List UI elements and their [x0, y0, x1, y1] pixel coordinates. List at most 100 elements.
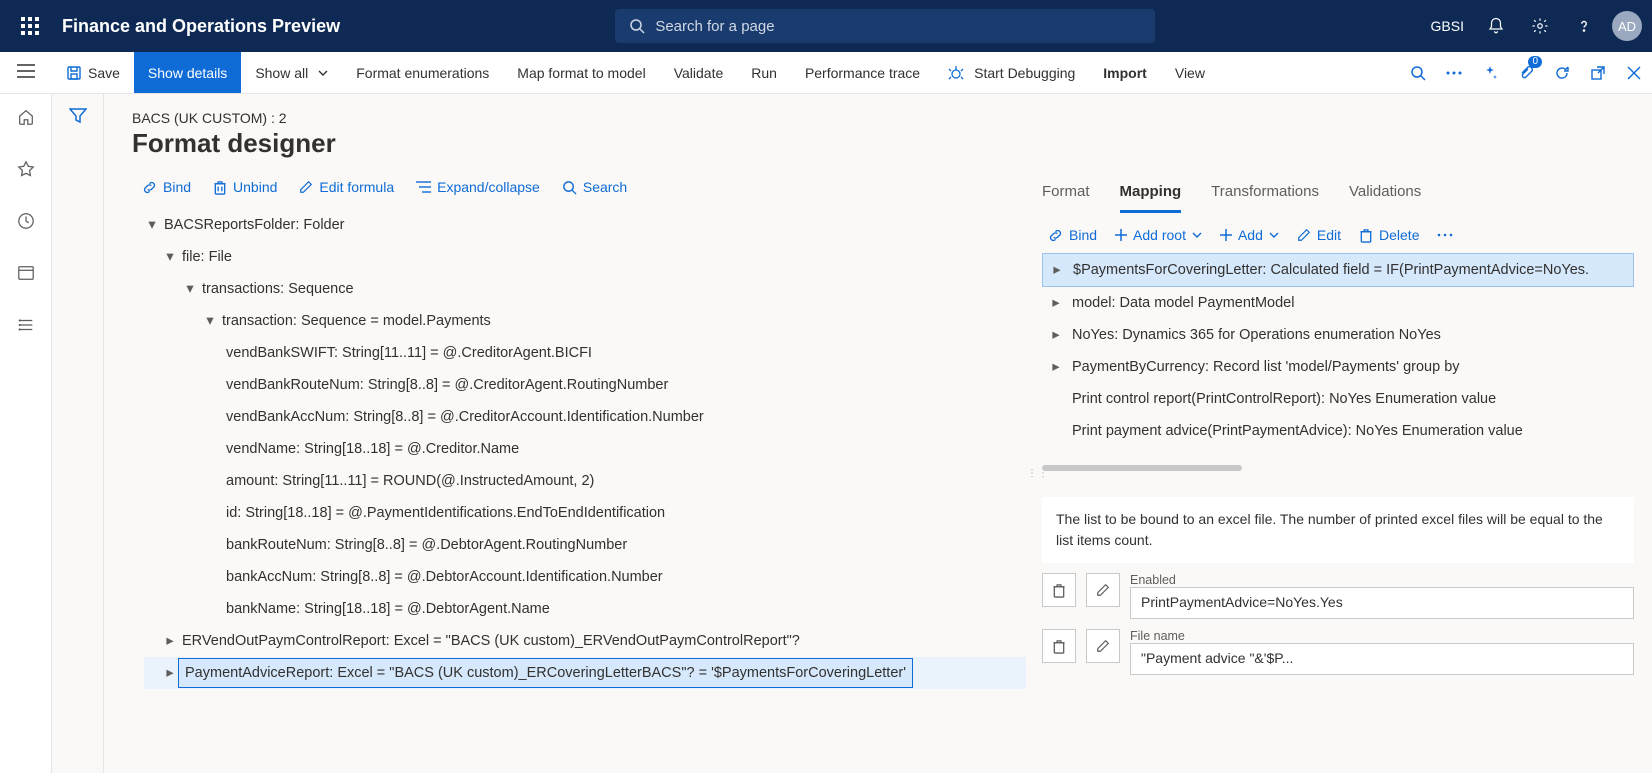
help-icon[interactable]: [1564, 6, 1604, 46]
show-all-button[interactable]: Show all: [241, 52, 342, 93]
add-root-button[interactable]: Add root: [1115, 227, 1202, 243]
edit-formula-button[interactable]: Edit formula: [299, 179, 394, 195]
home-icon[interactable]: [6, 102, 46, 132]
caret-down-icon[interactable]: ▾: [144, 209, 160, 241]
mapping-delete-button[interactable]: Delete: [1359, 227, 1419, 243]
show-details-button[interactable]: Show details: [134, 52, 241, 93]
tree-search-button[interactable]: Search: [562, 179, 627, 195]
notifications-icon[interactable]: [1476, 6, 1516, 46]
caret-right-icon[interactable]: ▸: [1048, 351, 1064, 383]
prop-delete-button[interactable]: [1042, 629, 1076, 663]
datasource-node[interactable]: ▸ NoYes: Dynamics 365 for Operations enu…: [1042, 319, 1634, 351]
unbind-button[interactable]: Unbind: [213, 179, 277, 195]
enabled-field[interactable]: PrintPaymentAdvice=NoYes.Yes: [1130, 587, 1634, 619]
datasource-node[interactable]: ▸ PaymentByCurrency: Record list 'model/…: [1042, 351, 1634, 383]
format-enumerations-button[interactable]: Format enumerations: [342, 52, 503, 93]
prop-edit-button[interactable]: [1086, 573, 1120, 607]
caret-down-icon[interactable]: ▾: [202, 305, 218, 337]
tree-node[interactable]: ▾ transaction: Sequence = model.Payments: [144, 305, 1026, 337]
close-icon[interactable]: [1616, 52, 1652, 93]
view-button[interactable]: View: [1161, 52, 1219, 93]
caret-right-icon[interactable]: ▸: [1048, 287, 1064, 319]
caret-right-icon[interactable]: ▸: [162, 625, 178, 657]
recent-icon[interactable]: [6, 206, 46, 236]
datasource-node[interactable]: ▸ model: Data model PaymentModel: [1042, 287, 1634, 319]
expand-collapse-button[interactable]: Expand/collapse: [416, 179, 540, 195]
save-button[interactable]: Save: [52, 52, 134, 93]
filter-rail: [52, 94, 104, 773]
horizontal-scrollbar[interactable]: [1042, 465, 1242, 471]
gear-icon[interactable]: [1520, 6, 1560, 46]
mapping-bind-button[interactable]: Bind: [1048, 227, 1097, 243]
tree-leaf[interactable]: bankRouteNum: String[8..8] = @.DebtorAge…: [144, 529, 1026, 561]
show-details-label: Show details: [148, 65, 227, 81]
tree-node[interactable]: ▸ ERVendOutPaymControlReport: Excel = "B…: [144, 625, 1026, 657]
search-input[interactable]: Search for a page: [615, 9, 1155, 43]
datasource-node[interactable]: Print control report(PrintControlReport)…: [1042, 383, 1634, 415]
tree-node[interactable]: ▾ file: File: [144, 241, 1026, 273]
format-action-bar: Bind Unbind Edit formula Expand/collapse: [132, 173, 1026, 209]
validate-button[interactable]: Validate: [660, 52, 738, 93]
bind-button[interactable]: Bind: [142, 179, 191, 195]
tree-node-selected[interactable]: ▸ PaymentAdviceReport: Excel = "BACS (UK…: [144, 657, 1026, 689]
toolbar-search-icon[interactable]: [1400, 52, 1436, 93]
run-button[interactable]: Run: [737, 52, 791, 93]
caret-down-icon[interactable]: ▾: [162, 241, 178, 273]
caret-right-icon[interactable]: ▸: [1049, 254, 1065, 286]
performance-trace-button[interactable]: Performance trace: [791, 52, 934, 93]
filename-field[interactable]: "Payment advice "&'$P...: [1130, 643, 1634, 675]
popout-icon[interactable]: [1580, 52, 1616, 93]
sparkle-icon[interactable]: [1472, 52, 1508, 93]
tree-leaf[interactable]: vendBankSWIFT: String[11..11] = @.Credit…: [144, 337, 1026, 369]
mapping-more-icon[interactable]: [1437, 227, 1453, 243]
filter-icon[interactable]: [69, 108, 87, 127]
page-title: Format designer: [132, 128, 1652, 159]
tree-leaf[interactable]: vendBankRouteNum: String[8..8] = @.Credi…: [144, 369, 1026, 401]
hamburger-icon[interactable]: [17, 64, 35, 81]
splitter-handle[interactable]: ⋮⋮: [1034, 173, 1042, 773]
prop-delete-button[interactable]: [1042, 573, 1076, 607]
datasource-node[interactable]: Print payment advice(PrintPaymentAdvice)…: [1042, 415, 1634, 447]
tab-validations[interactable]: Validations: [1349, 179, 1421, 213]
breadcrumb: BACS (UK CUSTOM) : 2: [132, 110, 1652, 126]
tree-node[interactable]: ▾ BACSReportsFolder: Folder: [144, 209, 1026, 241]
add-button[interactable]: Add: [1220, 227, 1279, 243]
tree-leaf[interactable]: vendName: String[18..18] = @.Creditor.Na…: [144, 433, 1026, 465]
tree-leaf[interactable]: vendBankAccNum: String[8..8] = @.Credito…: [144, 401, 1026, 433]
app-launcher-icon[interactable]: [10, 17, 50, 35]
tree-leaf[interactable]: id: String[18..18] = @.PaymentIdentifica…: [144, 497, 1026, 529]
tree-leaf[interactable]: bankAccNum: String[8..8] = @.DebtorAccou…: [144, 561, 1026, 593]
tree-node[interactable]: ▾ transactions: Sequence: [144, 273, 1026, 305]
tab-mapping[interactable]: Mapping: [1120, 179, 1182, 213]
chevron-down-icon: [1269, 232, 1279, 238]
mapping-action-bar: Bind Add root Add Edit: [1042, 213, 1634, 253]
nav-rail: [0, 94, 52, 773]
caret-down-icon[interactable]: ▾: [182, 273, 198, 305]
favorites-icon[interactable]: [6, 154, 46, 184]
more-actions-icon[interactable]: [1436, 52, 1472, 93]
caret-right-icon[interactable]: ▸: [1048, 319, 1064, 351]
attach-badge: 0: [1528, 56, 1542, 68]
map-format-to-model-button[interactable]: Map format to model: [503, 52, 659, 93]
tenant-label[interactable]: GBSI: [1431, 18, 1464, 34]
import-button[interactable]: Import: [1089, 52, 1161, 93]
app-title: Finance and Operations Preview: [62, 16, 340, 37]
tab-format[interactable]: Format: [1042, 179, 1090, 213]
mapping-edit-button[interactable]: Edit: [1297, 227, 1341, 243]
prop-edit-button[interactable]: [1086, 629, 1120, 663]
chevron-down-icon: [1192, 232, 1202, 238]
tree-leaf[interactable]: bankName: String[18..18] = @.DebtorAgent…: [144, 593, 1026, 625]
tab-transformations[interactable]: Transformations: [1211, 179, 1319, 213]
attach-icon[interactable]: 0: [1508, 52, 1544, 93]
datasource-node-selected[interactable]: ▸ $PaymentsForCoveringLetter: Calculated…: [1042, 253, 1634, 287]
caret-right-icon[interactable]: ▸: [162, 657, 178, 689]
modules-icon[interactable]: [6, 310, 46, 340]
avatar[interactable]: AD: [1612, 11, 1642, 41]
save-label: Save: [88, 65, 120, 81]
tree-leaf[interactable]: amount: String[11..11] = ROUND(@.Instruc…: [144, 465, 1026, 497]
refresh-icon[interactable]: [1544, 52, 1580, 93]
filename-label: File name: [1130, 629, 1634, 643]
command-bar: Save Show details Show all Format enumer…: [52, 52, 1652, 94]
workspaces-icon[interactable]: [6, 258, 46, 288]
start-debugging-button[interactable]: Start Debugging: [934, 52, 1089, 93]
